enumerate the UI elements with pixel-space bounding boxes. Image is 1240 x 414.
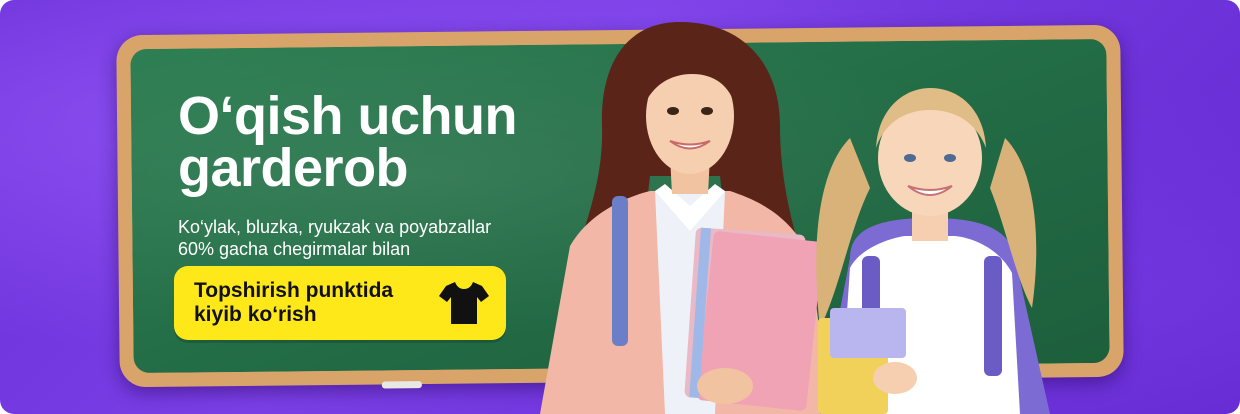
try-on-button[interactable]: Topshirish punktida kiyib ko‘rish (174, 266, 506, 340)
chalk-piece (381, 381, 422, 389)
promo-banner[interactable]: O‘qish uchun garderob Ko‘ylak, bluzka, r… (0, 0, 1240, 414)
tshirt-icon (439, 282, 489, 324)
young-girl-photo (816, 88, 1050, 414)
try-on-label-line-2: kiyib ko‘rish (194, 303, 317, 326)
try-on-button-label: Topshirish punktida kiyib ko‘rish (194, 279, 444, 327)
try-on-label-line-1: Topshirish punktida (194, 279, 394, 302)
